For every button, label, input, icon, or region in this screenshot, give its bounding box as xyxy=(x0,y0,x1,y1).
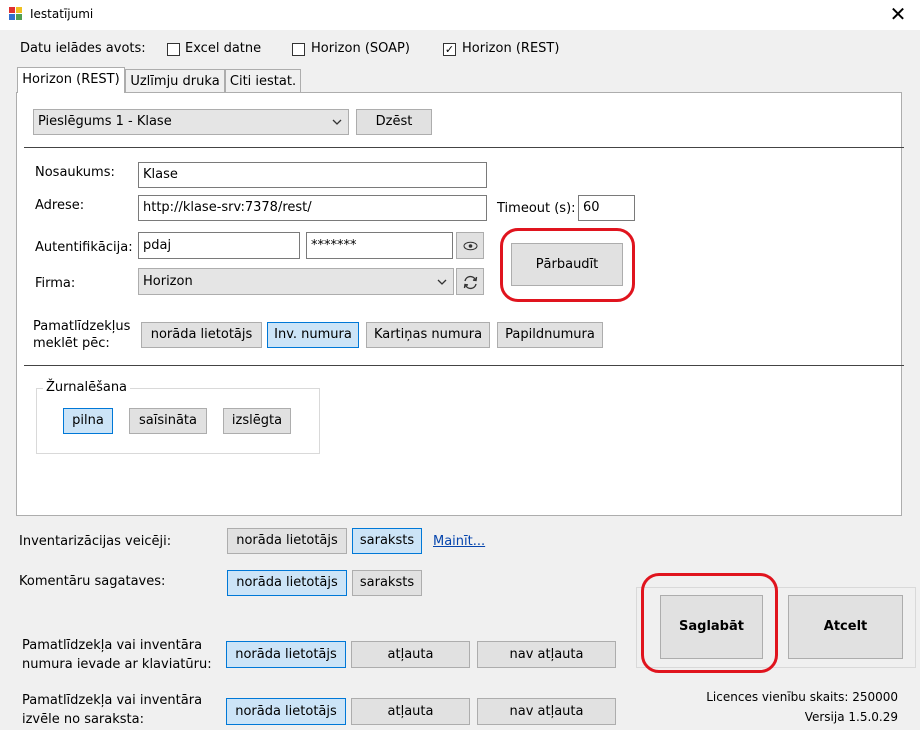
asset-search-label-line2: meklēt pēc: xyxy=(33,336,110,351)
refresh-icon xyxy=(463,275,478,290)
excel-option-label: Excel datne xyxy=(185,41,262,56)
divider xyxy=(24,365,904,366)
chevron-down-icon xyxy=(437,279,447,285)
username-field[interactable]: pdaj xyxy=(138,232,300,259)
keyboard-not-allowed-button[interactable]: nav atļauta xyxy=(477,641,616,668)
list-user-button[interactable]: norāda lietotājs xyxy=(226,698,346,725)
cancel-button[interactable]: Atcelt xyxy=(788,595,903,659)
comments-list-button[interactable]: saraksts xyxy=(352,570,422,596)
data-source-label: Datu ielādes avots: xyxy=(20,41,146,56)
tab-label-printing[interactable]: Uzlīmju druka xyxy=(125,69,225,93)
keyboard-entry-label: Pamatlīdzekļa vai inventāra numura ievad… xyxy=(22,636,212,674)
tab-horizon-rest[interactable]: Horizon (REST) xyxy=(17,67,125,93)
timeout-label: Timeout (s): xyxy=(497,201,576,216)
auth-label: Autentifikācija: xyxy=(35,240,133,255)
app-icon xyxy=(9,7,22,20)
address-label: Adrese: xyxy=(35,198,85,213)
title-bar xyxy=(0,0,920,30)
search-by-user-button[interactable]: norāda lietotājs xyxy=(141,322,262,348)
keyboard-allowed-button[interactable]: atļauta xyxy=(351,641,470,668)
asset-search-label-line1: Pamatlīdzekļus xyxy=(33,319,131,334)
divider xyxy=(24,147,904,148)
close-icon[interactable]: ✕ xyxy=(884,2,912,26)
list-allowed-button[interactable]: atļauta xyxy=(351,698,470,725)
keyboard-user-button[interactable]: norāda lietotājs xyxy=(226,641,346,668)
name-label: Nosaukums: xyxy=(35,165,115,180)
rest-checkbox[interactable]: ✓ xyxy=(443,43,456,56)
soap-option-label: Horizon (SOAP) xyxy=(311,41,410,56)
company-select-value: Horizon xyxy=(143,274,193,289)
timeout-field[interactable]: 60 xyxy=(578,195,635,221)
soap-checkbox[interactable] xyxy=(292,43,305,56)
list-selection-label-line2: izvēle no saraksta: xyxy=(22,712,144,727)
version-label: Versija 1.5.0.29 xyxy=(804,710,898,724)
show-password-button[interactable] xyxy=(456,232,484,259)
company-label: Firma: xyxy=(35,276,76,291)
highlight-ring-save xyxy=(641,573,778,673)
logging-short-button[interactable]: saīsināta xyxy=(129,408,207,434)
connection-select[interactable]: Pieslēgums 1 - Klase xyxy=(33,109,349,135)
eye-icon xyxy=(463,241,478,251)
tab-other-settings[interactable]: Citi iestat. xyxy=(225,69,301,93)
excel-checkbox[interactable] xyxy=(167,43,180,56)
keyboard-entry-label-line1: Pamatlīdzekļa vai inventāra xyxy=(22,638,203,653)
list-selection-label-line1: Pamatlīdzekļa vai inventāra xyxy=(22,693,203,708)
change-performers-link[interactable]: Mainīt... xyxy=(433,534,485,549)
inventory-performers-label: Inventarizācijas veicēji: xyxy=(19,534,172,549)
window-title: Iestatījumi xyxy=(30,7,94,21)
logging-off-button[interactable]: izslēgta xyxy=(223,408,291,434)
rest-option-label: Horizon (REST) xyxy=(462,41,560,56)
refresh-button[interactable] xyxy=(456,268,484,295)
logging-full-button[interactable]: pilna xyxy=(63,408,113,434)
list-not-allowed-button[interactable]: nav atļauta xyxy=(477,698,616,725)
connection-select-value: Pieslēgums 1 - Klase xyxy=(38,114,172,129)
address-field[interactable]: http://klase-srv:7378/rest/ xyxy=(138,195,487,221)
delete-button[interactable]: Dzēst xyxy=(356,109,432,135)
highlight-ring-check xyxy=(500,228,635,302)
list-selection-label: Pamatlīdzekļa vai inventāra izvēle no sa… xyxy=(22,691,202,729)
search-by-inv-number-button[interactable]: Inv. numura xyxy=(267,322,359,348)
performers-list-button[interactable]: saraksts xyxy=(352,528,422,554)
performers-user-button[interactable]: norāda lietotājs xyxy=(227,528,347,554)
comment-templates-label: Komentāru sagataves: xyxy=(19,574,166,589)
search-by-extra-number-button[interactable]: Papildnumura xyxy=(497,322,603,348)
company-select[interactable]: Horizon xyxy=(138,268,454,295)
licence-count: Licences vienību skaits: 250000 xyxy=(706,690,898,704)
asset-search-label: Pamatlīdzekļus meklēt pēc: xyxy=(33,318,130,352)
name-field[interactable]: Klase xyxy=(138,162,487,188)
search-by-card-number-button[interactable]: Kartiņas numura xyxy=(366,322,490,348)
password-field[interactable]: ******* xyxy=(306,232,453,259)
comments-user-button[interactable]: norāda lietotājs xyxy=(227,570,347,596)
keyboard-entry-label-line2: numura ievade ar klaviatūru: xyxy=(22,657,212,672)
logging-label: Žurnalēšana xyxy=(43,380,131,395)
chevron-down-icon xyxy=(332,119,342,125)
